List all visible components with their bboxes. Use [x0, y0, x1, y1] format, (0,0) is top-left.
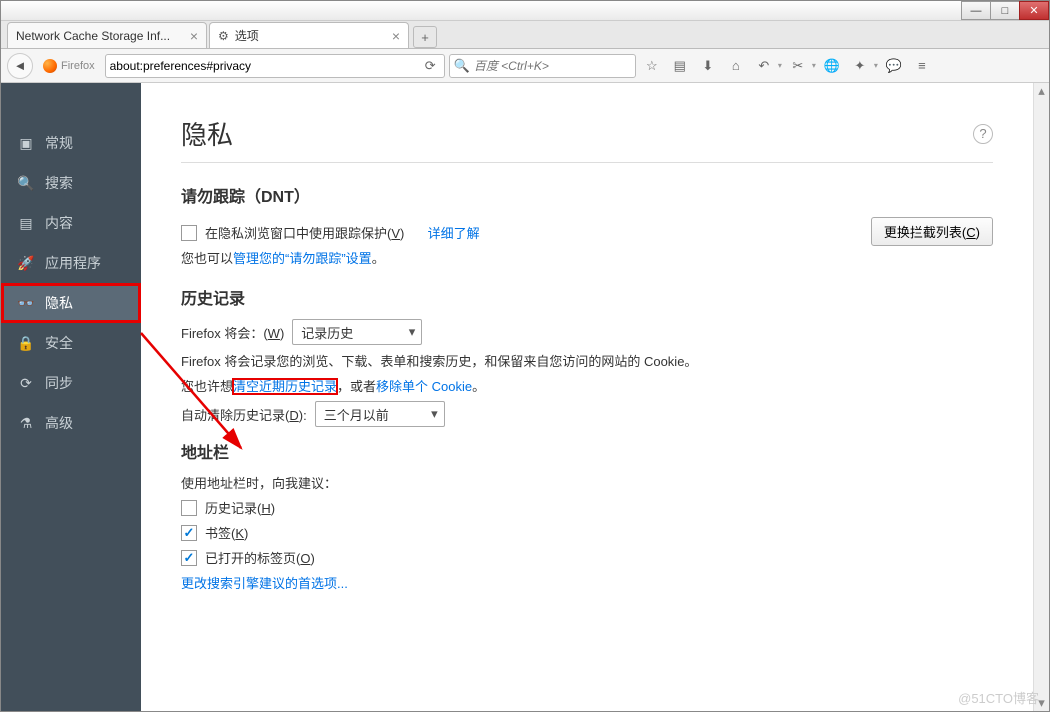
download-icon[interactable]: ⬇	[696, 54, 720, 78]
suggest-bookmarks-checkbox[interactable]	[181, 525, 197, 541]
sidebar-item-label: 内容	[45, 213, 73, 233]
sidebar-item-advanced[interactable]: ⚗ 高级	[1, 403, 141, 443]
sidebar-item-label: 同步	[45, 373, 73, 393]
flask-icon: ⚗	[17, 414, 35, 432]
reader-icon[interactable]: ▤	[668, 54, 692, 78]
sidebar-item-label: 安全	[45, 333, 73, 353]
gear-icon: ⚙	[218, 29, 229, 43]
panel-icon: ▣	[17, 134, 35, 152]
suggest-history-checkbox[interactable]	[181, 500, 197, 516]
dnt-manage-text: 您也可以管理您的“请勿跟踪”设置。	[181, 248, 385, 267]
dnt-manage-link[interactable]: 管理您的“请勿跟踪”设置	[233, 251, 372, 266]
undo-icon[interactable]: ↶	[752, 54, 776, 78]
section-locationbar-heading: 地址栏	[181, 439, 993, 463]
sidebar-item-privacy[interactable]: 👓 隐私	[1, 283, 141, 323]
document-icon: ▤	[17, 214, 35, 232]
sidebar-item-label: 常规	[45, 133, 73, 153]
section-history-heading: 历史记录	[181, 285, 993, 309]
lock-icon: 🔒	[17, 334, 35, 352]
search-icon: 🔍	[454, 58, 470, 74]
suggest-bookmarks-label: 书签(K)	[205, 523, 248, 542]
dnt-checkbox-label: 在隐私浏览窗口中使用跟踪保护(V)	[205, 223, 404, 242]
globe-icon[interactable]: 🌐	[820, 54, 844, 78]
title-bar: — □ ✕	[1, 1, 1049, 21]
search-input[interactable]	[474, 59, 631, 73]
url-input[interactable]	[110, 56, 421, 76]
browser-window: — □ ✕ Network Cache Storage Inf... × ⚙ 选…	[0, 0, 1050, 712]
chevron-down-icon[interactable]: ▾	[778, 61, 782, 70]
scroll-up-icon[interactable]: ▴	[1034, 83, 1049, 99]
suggest-opentabs-label: 已打开的标签页(O)	[205, 548, 315, 567]
help-icon[interactable]: ?	[973, 124, 993, 144]
firefox-icon	[43, 59, 57, 73]
page-title-text: 隐私	[181, 115, 233, 152]
maximize-button[interactable]: □	[990, 1, 1020, 20]
auto-clear-label: 自动清除历史记录(D):	[181, 405, 307, 424]
sidebar-item-apps[interactable]: 🚀 应用程序	[1, 243, 141, 283]
tab-bar: Network Cache Storage Inf... × ⚙ 选项 × +	[1, 21, 1049, 49]
divider	[181, 162, 993, 163]
mask-icon: 👓	[17, 294, 35, 312]
scissors-icon[interactable]: ✂	[786, 54, 810, 78]
suggest-opentabs-checkbox[interactable]	[181, 550, 197, 566]
search-bar[interactable]: 🔍	[449, 54, 636, 78]
tab-close-icon[interactable]: ×	[392, 28, 400, 44]
chevron-down-icon[interactable]: ▾	[812, 61, 816, 70]
star-icon[interactable]: ☆	[640, 54, 664, 78]
sidebar-item-content[interactable]: ▤ 内容	[1, 203, 141, 243]
history-desc: Firefox 将会记录您的浏览、下载、表单和搜索历史，和保留来自您访问的网站的…	[181, 351, 697, 370]
sidebar-item-search[interactable]: 🔍 搜索	[1, 163, 141, 203]
reload-icon[interactable]: ⟳	[421, 58, 440, 74]
history-mode-select[interactable]: 记录历史	[292, 319, 422, 345]
nav-toolbar: ◄ Firefox ⟳ 🔍 ☆ ▤ ⬇ ⌂ ↶▾ ✂▾ 🌐 ✦▾ 💬 ≡	[1, 49, 1049, 83]
tab-close-icon[interactable]: ×	[190, 28, 198, 44]
tab-2[interactable]: ⚙ 选项 ×	[209, 22, 409, 48]
clear-recent-history-link[interactable]: 清空近期历史记录	[233, 379, 337, 394]
url-bar[interactable]: ⟳	[105, 54, 445, 78]
section-dnt-heading: 请勿跟踪（DNT）	[181, 183, 993, 207]
sync-icon: ⟳	[17, 374, 35, 392]
history-clear-text: 您也许想清空近期历史记录，或者移除单个 Cookie。	[181, 376, 485, 395]
home-icon[interactable]: ⌂	[724, 54, 748, 78]
new-tab-button[interactable]: +	[413, 26, 437, 48]
rocket-icon: 🚀	[17, 254, 35, 272]
suggest-history-label: 历史记录(H)	[205, 498, 275, 517]
content-area: ▣ 常规 🔍 搜索 ▤ 内容 🚀 应用程序 👓 隐私 🔒 安全	[1, 83, 1049, 711]
vertical-scrollbar[interactable]: ▴ ▾	[1033, 83, 1049, 711]
locationbar-suggest-label: 使用地址栏时，向我建议：	[181, 473, 337, 492]
chevron-down-icon[interactable]: ▾	[874, 61, 878, 70]
tab-label: 选项	[235, 27, 259, 44]
change-blocklist-button[interactable]: 更换拦截列表(C)	[871, 217, 993, 246]
remove-cookie-link[interactable]: 移除单个 Cookie	[376, 379, 472, 394]
minimize-button[interactable]: —	[961, 1, 991, 20]
search-icon: 🔍	[17, 174, 35, 192]
chat-icon[interactable]: 💬	[882, 54, 906, 78]
brush-icon[interactable]: ✦	[848, 54, 872, 78]
firefox-badge: Firefox	[37, 55, 101, 77]
preferences-sidebar: ▣ 常规 🔍 搜索 ▤ 内容 🚀 应用程序 👓 隐私 🔒 安全	[1, 83, 141, 711]
change-search-suggestions-link[interactable]: 更改搜索引擎建议的首选项...	[181, 573, 348, 592]
sidebar-item-sync[interactable]: ⟳ 同步	[1, 363, 141, 403]
dnt-learn-more-link[interactable]: 详细了解	[428, 223, 480, 242]
sidebar-item-label: 隐私	[45, 293, 73, 313]
sidebar-item-security[interactable]: 🔒 安全	[1, 323, 141, 363]
sidebar-item-label: 搜索	[45, 173, 73, 193]
sidebar-item-label: 高级	[45, 413, 73, 433]
close-button[interactable]: ✕	[1019, 1, 1049, 20]
auto-clear-select[interactable]: 三个月以前	[315, 401, 445, 427]
menu-icon[interactable]: ≡	[910, 54, 934, 78]
tab-1[interactable]: Network Cache Storage Inf... ×	[7, 22, 207, 48]
dnt-tracking-checkbox[interactable]	[181, 225, 197, 241]
tab-label: Network Cache Storage Inf...	[16, 29, 170, 43]
watermark: @51CTO博客	[958, 688, 1039, 707]
preferences-panel: 隐私 ? 请勿跟踪（DNT） 在隐私浏览窗口中使用跟踪保护(V) 详细了解	[141, 83, 1033, 711]
page-title: 隐私 ?	[181, 115, 993, 152]
sidebar-item-label: 应用程序	[45, 253, 101, 273]
back-button[interactable]: ◄	[7, 53, 33, 79]
history-will-label: Firefox 将会：(W)	[181, 323, 284, 342]
sidebar-item-general[interactable]: ▣ 常规	[1, 123, 141, 163]
firefox-label: Firefox	[61, 60, 95, 72]
